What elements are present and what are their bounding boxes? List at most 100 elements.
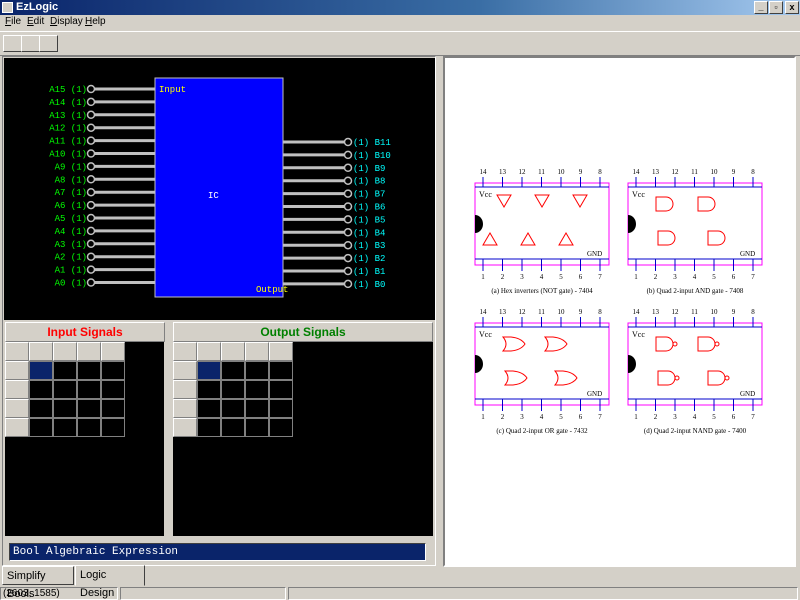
output-pin[interactable] <box>343 150 353 160</box>
grid-header-cell[interactable] <box>269 342 293 361</box>
grid-cell[interactable] <box>101 418 125 437</box>
output-pin[interactable] <box>343 253 353 263</box>
input-pin[interactable] <box>86 149 96 158</box>
menu-bar <box>0 15 800 31</box>
grid-header-cell[interactable] <box>245 342 269 361</box>
toolbar-button-1[interactable] <box>3 35 22 52</box>
menu-display[interactable]: Display <box>47 15 86 31</box>
grid-header-cell[interactable] <box>5 399 29 418</box>
output-pin[interactable] <box>343 176 353 185</box>
close-button[interactable]: x <box>785 1 799 14</box>
output-pin[interactable] <box>343 228 353 237</box>
app-icon[interactable] <box>2 2 13 13</box>
grid-cell[interactable] <box>101 361 125 380</box>
input-pin[interactable] <box>86 136 96 145</box>
grid-cell[interactable] <box>77 361 101 380</box>
grid-cell[interactable] <box>245 399 269 418</box>
grid-cell[interactable] <box>245 361 269 380</box>
grid-header-cell[interactable] <box>53 342 77 361</box>
grid-cell[interactable] <box>221 399 245 418</box>
input-pin[interactable] <box>86 187 96 197</box>
grid-header-cell[interactable] <box>101 342 125 361</box>
input-pin[interactable] <box>86 162 96 171</box>
input-pin[interactable] <box>86 123 96 132</box>
grid-cell[interactable] <box>197 361 221 380</box>
input-pin[interactable] <box>86 200 96 210</box>
menu-file[interactable]: File <box>2 15 24 31</box>
output-pin[interactable] <box>343 163 353 173</box>
tab-logic-design[interactable]: Logic Design <box>75 565 145 599</box>
input-pin[interactable] <box>86 84 96 94</box>
output-signals-grid[interactable] <box>173 342 433 536</box>
grid-cell[interactable] <box>245 418 269 437</box>
minimize-button[interactable]: _ <box>754 1 768 14</box>
grid-cell[interactable] <box>77 380 101 399</box>
grid-cell[interactable] <box>53 380 77 399</box>
grid-header-cell[interactable] <box>197 342 221 361</box>
grid-header-cell[interactable] <box>77 342 101 361</box>
grid-cell[interactable] <box>29 399 53 418</box>
grid-cell[interactable] <box>53 399 77 418</box>
grid-header-cell[interactable] <box>221 342 245 361</box>
grid-header-cell[interactable] <box>173 399 197 418</box>
input-pin[interactable] <box>86 226 96 236</box>
input-pin[interactable] <box>86 213 96 223</box>
grid-cell[interactable] <box>221 361 245 380</box>
grid-cell[interactable] <box>101 380 125 399</box>
grid-header-cell[interactable] <box>5 342 29 361</box>
ic-output-label: Output <box>256 285 288 295</box>
grid-cell[interactable] <box>197 418 221 437</box>
grid-header-cell[interactable] <box>5 361 29 380</box>
toolbar-button-2[interactable] <box>21 35 40 52</box>
input-pin[interactable] <box>86 278 96 287</box>
input-pin[interactable] <box>86 97 96 107</box>
output-pin[interactable] <box>343 279 353 289</box>
grid-cell[interactable] <box>221 380 245 399</box>
ic-label: IC <box>208 191 219 201</box>
grid-header-cell[interactable] <box>5 418 29 437</box>
input-pin[interactable] <box>86 265 96 274</box>
grid-cell[interactable] <box>269 380 293 399</box>
grid-cell[interactable] <box>53 418 77 437</box>
input-pin[interactable] <box>86 239 96 249</box>
output-pin[interactable] <box>343 202 353 211</box>
output-pin[interactable] <box>343 137 353 147</box>
output-pin[interactable] <box>343 240 353 250</box>
input-pin[interactable] <box>86 110 96 120</box>
grid-cell[interactable] <box>29 380 53 399</box>
grid-cell[interactable] <box>269 418 293 437</box>
grid-header-cell[interactable] <box>5 380 29 399</box>
output-pin[interactable] <box>343 266 353 276</box>
circuit-canvas[interactable]: A15 (1) A14 (1) A13 (1) A12 (1) A11 (1) A10 (… <box>4 58 435 320</box>
grid-cell[interactable] <box>269 361 293 380</box>
grid-cell[interactable] <box>77 418 101 437</box>
toolbar-button-3[interactable] <box>39 35 58 52</box>
grid-header-cell[interactable] <box>173 418 197 437</box>
grid-header-cell[interactable] <box>173 342 197 361</box>
grid-cell[interactable] <box>197 399 221 418</box>
grid-cell[interactable] <box>269 399 293 418</box>
grid-cell[interactable] <box>29 418 53 437</box>
tab-simplify-bools[interactable]: Simplify Bools <box>2 566 74 600</box>
input-pin[interactable] <box>86 252 96 261</box>
grid-cell[interactable] <box>221 418 245 437</box>
ic-chip[interactable] <box>154 77 284 298</box>
output-pin[interactable] <box>343 189 353 198</box>
menu-help[interactable]: Help <box>82 15 109 31</box>
grid-cell[interactable] <box>53 361 77 380</box>
ic-input-label: Input <box>159 85 186 95</box>
grid-header-cell[interactable] <box>173 380 197 399</box>
grid-header-cell[interactable] <box>173 361 197 380</box>
grid-header-cell[interactable] <box>29 342 53 361</box>
input-pin[interactable] <box>86 175 96 184</box>
grid-cell[interactable] <box>245 380 269 399</box>
grid-cell[interactable] <box>197 380 221 399</box>
output-pin[interactable] <box>343 215 353 224</box>
grid-cell[interactable] <box>77 399 101 418</box>
restore-button[interactable]: ▫ <box>769 1 783 14</box>
grid-cell[interactable] <box>29 361 53 380</box>
bool-expression-input[interactable]: Bool Algebraic Expression <box>9 543 426 561</box>
input-signals-grid[interactable] <box>5 342 164 536</box>
grid-cell[interactable] <box>101 399 125 418</box>
menu-edit[interactable]: Edit <box>24 15 47 31</box>
